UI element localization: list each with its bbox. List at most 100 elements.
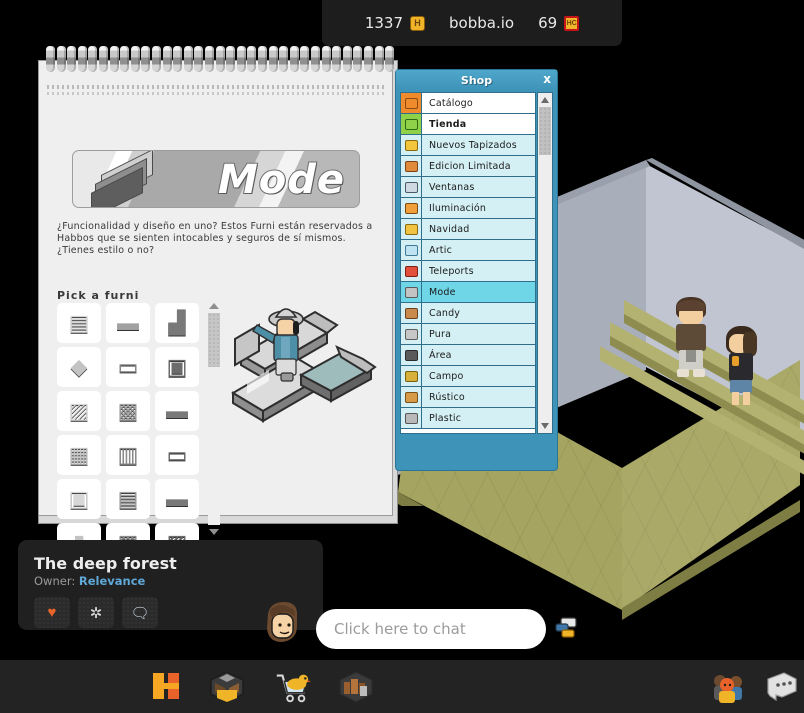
scrollbar-thumb[interactable] [539, 107, 551, 155]
triangle-up-icon[interactable] [541, 97, 549, 103]
triangle-down-icon[interactable] [541, 423, 549, 429]
furni-grid[interactable]: ▤ ▬ ▟ ◆ ▭ ▣ ▨ ▩ ▬ ▦ ▥ ▭ ▣ ▤ ▬ ▮ ▩ ▨ [57, 303, 205, 543]
pura-icon [401, 324, 422, 344]
triangle-up-icon[interactable] [209, 303, 219, 309]
mode-armchair[interactable]: ▣ [155, 347, 199, 387]
shop-category-artic[interactable]: Artic [401, 240, 535, 261]
shop-category-ventanas[interactable]: Ventanas [401, 177, 535, 198]
mode-shelf[interactable]: ▤ [57, 303, 101, 343]
spiral-ring [88, 46, 98, 72]
mode-long-seat-icon: ▬ [166, 398, 188, 423]
client-root: 1337 H bobba.io 69 HC Shop x Catálogo Tie… [0, 0, 804, 713]
catalog-banner-title: Mode [217, 156, 345, 204]
shop-category-rea[interactable]: Área [401, 345, 535, 366]
shop-category-cat-logo[interactable]: Catálogo [401, 93, 535, 114]
shop-category-pura[interactable]: Pura [401, 324, 535, 345]
habbo-logo-icon [153, 673, 179, 699]
mode-bench[interactable]: ▩ [106, 391, 150, 431]
user-head-icon[interactable] [260, 600, 302, 646]
chat-style-icon[interactable] [554, 616, 578, 640]
habbo-home-button[interactable] [146, 669, 186, 705]
avatar-torso [676, 324, 706, 351]
mode-long-seat[interactable]: ▬ [155, 391, 199, 431]
bottom-toolbar [0, 660, 804, 713]
spiral-ring [162, 46, 172, 72]
star-icon [401, 219, 422, 239]
catalog-button[interactable] [272, 669, 312, 705]
credits-display[interactable]: 1337 H [365, 14, 426, 32]
messenger-button[interactable] [762, 669, 802, 705]
shop-category-tienda[interactable]: Tienda [401, 114, 535, 135]
shop-category-r-stico[interactable]: Rústico [401, 387, 535, 408]
shop-list-frame: Catálogo Tienda Nuevos Tapizados Edicion Li… [400, 92, 553, 502]
shop-category-campo[interactable]: Campo [401, 366, 535, 387]
catalog-window[interactable]: Mode ¿Funcionalidad y diseño en uno? Est… [38, 46, 398, 543]
shop-category-iluminaci-n[interactable]: Iluminación [401, 198, 535, 219]
shop-category-navidad[interactable]: Navidad [401, 219, 535, 240]
spiral-ring [289, 46, 299, 72]
spiral-ring [130, 46, 140, 72]
avatar-boy[interactable] [668, 297, 718, 379]
close-icon[interactable]: x [543, 73, 551, 86]
chatlog-button[interactable]: 🗨 [122, 597, 158, 628]
furni-grid-scrollbar[interactable] [207, 303, 221, 535]
shop-category-plastic[interactable]: Plastic [401, 408, 535, 429]
settings-button[interactable]: ✲ [78, 597, 114, 628]
shop-window[interactable]: Shop x Catálogo Tienda Nuevos Tapizados Edi… [396, 70, 557, 470]
orange-box-icon [401, 156, 422, 176]
favorite-button[interactable]: ♥ [34, 597, 70, 628]
chat-input[interactable] [316, 609, 546, 649]
shop-category-label: Mode [429, 286, 456, 298]
room-builder-button[interactable] [336, 669, 376, 705]
inventory-button[interactable] [207, 669, 247, 705]
scrollbar-thumb[interactable] [208, 313, 220, 367]
spiral-ring [226, 46, 236, 72]
speech-bubble-icon [767, 672, 797, 702]
mode-stove[interactable]: ▣ [57, 479, 101, 519]
shop-category-label: Catálogo [429, 97, 473, 109]
shop-category-teleports[interactable]: Teleports [401, 261, 535, 282]
mode-bed[interactable]: ▭ [106, 347, 150, 387]
mode-pillow[interactable]: ▬ [106, 303, 150, 343]
avatar-shoe-left [677, 369, 689, 377]
shop-category-label: Nuevos Tapizados [429, 139, 517, 151]
triangle-down-icon[interactable] [209, 529, 219, 535]
mode-fireplace[interactable]: ▥ [106, 435, 150, 475]
room-owner-name[interactable]: Relevance [79, 574, 145, 588]
shop-titlebar[interactable]: Shop x [396, 70, 557, 90]
shop-category-mode[interactable]: Mode [401, 282, 535, 303]
shop-category-nuevos-tapizados[interactable]: Nuevos Tapizados [401, 135, 535, 156]
window-icon [401, 177, 422, 197]
mode-table[interactable]: ▤ [106, 479, 150, 519]
mode-counter[interactable]: ▬ [155, 479, 199, 519]
avatar-girl[interactable] [722, 326, 764, 406]
mode-bench-icon: ▩ [117, 398, 139, 423]
spiral-ring [173, 46, 183, 72]
room-owner-prefix: Owner: [34, 574, 79, 588]
shop-scrollbar[interactable] [537, 92, 553, 434]
spiral-ring [120, 46, 130, 72]
friends-button[interactable] [708, 669, 748, 705]
shop-category-list[interactable]: Catálogo Tienda Nuevos Tapizados Edicion Li… [400, 92, 536, 434]
friends-group-icon [714, 675, 742, 703]
hc-badge-icon: HC [564, 15, 580, 31]
heart-icon: ♥ [47, 604, 57, 621]
mode-counter-icon: ▬ [166, 486, 188, 511]
avatar-fringe [677, 300, 705, 311]
site-name-label: bobba.io [449, 14, 515, 32]
mode-divider[interactable]: ▭ [155, 435, 199, 475]
mode-chair[interactable]: ▟ [155, 303, 199, 343]
duckets-display[interactable]: 69 HC [538, 14, 580, 32]
mode-sofa[interactable]: ▨ [57, 391, 101, 431]
shop-category-edicion-limitada[interactable]: Edicion Limitada [401, 156, 535, 177]
catalog-furni-preview [229, 297, 389, 437]
inventory-box-icon [210, 671, 244, 703]
mode-fridge[interactable]: ▦ [57, 435, 101, 475]
spiral-ring [99, 46, 108, 72]
wood-bench-icon [401, 387, 422, 407]
mode-stacked-plates[interactable]: ◆ [57, 347, 101, 387]
room-title: The deep forest [34, 554, 177, 573]
shop-category-label: Teleports [429, 265, 474, 277]
shop-category-label: Pura [429, 328, 452, 340]
shop-category-candy[interactable]: Candy [401, 303, 535, 324]
